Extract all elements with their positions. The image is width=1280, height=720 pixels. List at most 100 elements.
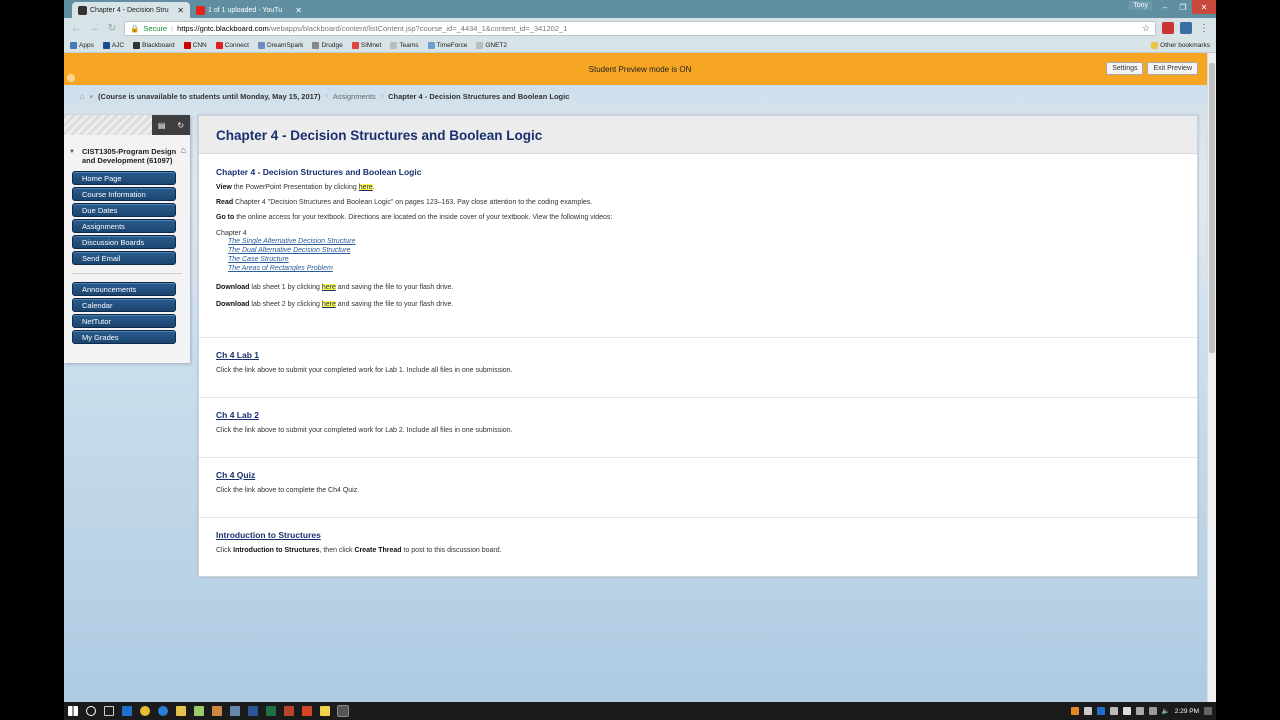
page-scrollbar[interactable]	[1207, 53, 1216, 702]
windows-start-icon[interactable]	[68, 706, 78, 716]
search-icon[interactable]	[86, 706, 96, 716]
settings-button[interactable]: Settings	[1106, 62, 1144, 75]
dreamspark-icon	[257, 41, 265, 49]
cast-icon[interactable]	[1180, 22, 1192, 34]
excel-icon[interactable]	[266, 706, 276, 716]
item-title-link[interactable]: Ch 4 Quiz	[216, 470, 1180, 480]
bookmark-simnet[interactable]: SIMnet	[351, 41, 381, 49]
url-host: https://gntc.blackboard.com	[177, 23, 269, 33]
edge-icon[interactable]	[158, 706, 168, 716]
course-home-icon[interactable]: ⌂	[181, 146, 186, 155]
powerpoint-link[interactable]: here	[358, 184, 373, 191]
bookmark-blackboard[interactable]: Blackboard	[133, 41, 175, 49]
chrome-icon[interactable]	[140, 706, 150, 716]
volume-icon[interactable]: 🔈	[1162, 707, 1170, 715]
window-close-icon[interactable]: ✕	[1192, 0, 1216, 14]
item-title-link[interactable]: Ch 4 Lab 2	[216, 410, 1180, 420]
content-header: Chapter 4 - Decision Structures and Bool…	[199, 116, 1197, 154]
chevron-right-icon: ›	[325, 93, 328, 100]
browser-toolbar: ← → ↻ 🔒 Secure | https://gntc.blackboard…	[64, 18, 1216, 38]
bookmark-dreamspark[interactable]: DreamSpark	[257, 41, 303, 49]
media-icon[interactable]	[194, 706, 204, 716]
outlook-icon[interactable]	[122, 706, 132, 716]
bookmark-ajc[interactable]: AJC	[102, 41, 124, 49]
tab-youtube[interactable]: 1 of 1 uploaded - YouTu ✕	[190, 2, 308, 18]
video-link[interactable]: The Case Structure	[228, 255, 1180, 264]
other-bookmarks[interactable]: Other bookmarks	[1151, 41, 1210, 49]
course-menu: ▤ ↻ ▼ CIST1305-Program Design and Develo…	[64, 115, 190, 363]
notifications-icon[interactable]	[1204, 707, 1212, 715]
task-view-icon[interactable]	[104, 706, 114, 716]
video-link[interactable]: The Areas of Rectangles Problem	[228, 264, 1180, 273]
bookmark-drudge[interactable]: Drudge	[312, 41, 343, 49]
scrollbar-thumb[interactable]	[1209, 63, 1215, 353]
bookmark-cnn[interactable]: CNN	[183, 41, 207, 49]
item-title-link[interactable]: Introduction to Structures	[216, 530, 1180, 540]
powerpoint-icon[interactable]	[302, 706, 312, 716]
bookmark-timeforce[interactable]: TimeForce	[427, 41, 467, 49]
active-app-icon[interactable]	[337, 705, 349, 717]
bookmark-teams[interactable]: Teams	[390, 41, 419, 49]
menu-home-page[interactable]: Home Page	[72, 171, 176, 185]
video-link[interactable]: The Dual Alternative Decision Structure	[228, 246, 1180, 255]
item-description: Click the link above to complete the Ch4…	[216, 487, 360, 494]
menu-due-dates[interactable]: Due Dates	[72, 203, 176, 217]
bookmark-gnet2[interactable]: GNET2	[476, 41, 507, 49]
close-icon[interactable]: ✕	[177, 6, 184, 15]
menu-divider	[72, 273, 182, 274]
cnn-icon	[183, 41, 191, 49]
menu-calendar[interactable]: Calendar	[72, 298, 176, 312]
shield-icon[interactable]	[1122, 707, 1131, 715]
lab-sheet-2-link[interactable]: here	[321, 301, 336, 308]
menu-send-email[interactable]: Send Email	[72, 251, 176, 265]
back-icon[interactable]: ←	[70, 23, 82, 34]
extension-icon[interactable]	[1162, 22, 1174, 34]
exit-preview-button[interactable]: Exit Preview	[1147, 62, 1198, 75]
clock-time[interactable]: 2:29 PM	[1175, 708, 1199, 715]
item-title-link[interactable]: Ch 4 Lab 1	[216, 350, 1180, 360]
menu-announcements[interactable]: Announcements	[72, 282, 176, 296]
app-icon[interactable]	[230, 706, 240, 716]
home-icon[interactable]: ⌂	[80, 92, 85, 101]
system-tray: 🔈 2:29 PM	[1070, 707, 1212, 715]
menu-course-information[interactable]: Course Information	[72, 187, 176, 201]
file-explorer-icon[interactable]	[176, 706, 186, 716]
mail-icon[interactable]	[1083, 707, 1092, 715]
menu-discussion-boards[interactable]: Discussion Boards	[72, 235, 176, 249]
lab-sheet-1-link[interactable]: here	[321, 284, 336, 291]
menu-my-grades[interactable]: My Grades	[72, 330, 176, 344]
breadcrumb-assignments[interactable]: Assignments	[333, 92, 376, 101]
content-item-lab1: Ch 4 Lab 1 Click the link above to submi…	[199, 338, 1197, 398]
network-icon[interactable]	[1148, 707, 1157, 715]
menu-nettutor[interactable]: NetTutor	[72, 314, 176, 328]
tab-chapter4[interactable]: Chapter 4 - Decision Stru ✕	[72, 2, 190, 18]
tray-app-icon[interactable]	[1070, 707, 1079, 715]
outlook-tray-icon[interactable]	[1096, 707, 1105, 715]
bookmark-apps[interactable]: Apps	[70, 41, 94, 49]
folder-view-icon[interactable]: ▤	[158, 121, 166, 130]
minimize-icon[interactable]: –	[1156, 0, 1174, 14]
tray-icon[interactable]	[1109, 707, 1118, 715]
menu-icon[interactable]: ⋮	[1198, 23, 1210, 34]
reload-icon[interactable]: ↻	[106, 23, 118, 34]
video-link[interactable]: The Single Alternative Decision Structur…	[228, 237, 1180, 246]
forward-icon[interactable]: →	[88, 23, 100, 34]
refresh-icon[interactable]: ↻	[177, 121, 184, 130]
course-title[interactable]: ▼ CIST1305-Program Design and Developmen…	[64, 135, 190, 166]
close-icon[interactable]: ✕	[295, 6, 302, 15]
menu-assignments[interactable]: Assignments	[72, 219, 176, 233]
chevron-down-icon[interactable]: ▾	[90, 93, 94, 101]
restore-icon[interactable]: ❐	[1174, 0, 1192, 14]
app-icon[interactable]	[212, 706, 222, 716]
bookmark-connect[interactable]: Connect	[215, 41, 249, 49]
battery-icon[interactable]	[1135, 707, 1144, 715]
sticky-notes-icon[interactable]	[320, 706, 330, 716]
access-icon[interactable]	[284, 706, 294, 716]
word-icon[interactable]	[248, 706, 258, 716]
page-title: Chapter 4 - Decision Structures and Bool…	[216, 128, 543, 143]
collapse-triangle-icon[interactable]: ▼	[69, 148, 75, 157]
bookmark-star-icon[interactable]: ☆	[1142, 23, 1150, 34]
profile-name[interactable]: Tony	[1129, 1, 1152, 10]
breadcrumb-course-notice[interactable]: (Course is unavailable to students until…	[98, 92, 320, 101]
address-bar[interactable]: 🔒 Secure | https://gntc.blackboard.com/w…	[124, 20, 1156, 36]
